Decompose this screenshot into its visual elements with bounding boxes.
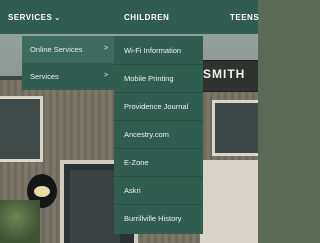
submenu-item-label: E-Zone [124, 158, 149, 167]
submenu-item-label: Ancestry.com [124, 130, 169, 139]
building-sign-text: SMITH [203, 67, 246, 81]
nav-children[interactable]: CHILDREN [124, 13, 169, 22]
wall-panel [200, 160, 258, 243]
nav-teens[interactable]: TEENS [230, 13, 259, 22]
submenu-item-wifi[interactable]: Wi-Fi Information [114, 36, 203, 65]
submenu-item-label: Providence Journal [124, 102, 189, 111]
online-services-submenu: Wi-Fi Information Mobile Printing Provid… [114, 36, 203, 234]
lamp-glow [34, 186, 50, 197]
submenu-item-providence-journal[interactable]: Providence Journal [114, 92, 203, 121]
main-nav: SERVICES ⌄ CHILDREN TEENS [0, 0, 259, 34]
services-dropdown: Online Services > Services > [22, 36, 114, 90]
window-right [212, 100, 258, 156]
chevron-right-icon: > [104, 45, 109, 52]
submenu-item-label: Burrillville History [124, 214, 182, 223]
submenu-item-ancestry[interactable]: Ancestry.com [114, 120, 203, 149]
submenu-item-label: Mobile Printing [124, 74, 174, 83]
plant [0, 200, 40, 243]
chevron-down-icon: ⌄ [54, 15, 61, 22]
submenu-item-mobile-printing[interactable]: Mobile Printing [114, 64, 203, 93]
menu-item-online-services[interactable]: Online Services > [22, 36, 114, 63]
nav-services-label: SERVICES [8, 13, 53, 22]
nav-services[interactable]: SERVICES ⌄ [8, 13, 61, 22]
submenu-item-askri[interactable]: Askri [114, 176, 203, 205]
menu-item-label: Services [30, 72, 59, 81]
submenu-item-e-zone[interactable]: E-Zone [114, 148, 203, 177]
submenu-item-label: Wi-Fi Information [124, 46, 182, 55]
menu-item-label: Online Services [30, 45, 83, 54]
chevron-right-icon: > [104, 72, 109, 79]
submenu-item-label: Askri [124, 186, 141, 195]
menu-item-services[interactable]: Services > [22, 63, 114, 90]
window-left [0, 96, 43, 162]
door-glass [70, 170, 120, 243]
submenu-item-burrillville-history[interactable]: Burrillville History [114, 204, 203, 232]
